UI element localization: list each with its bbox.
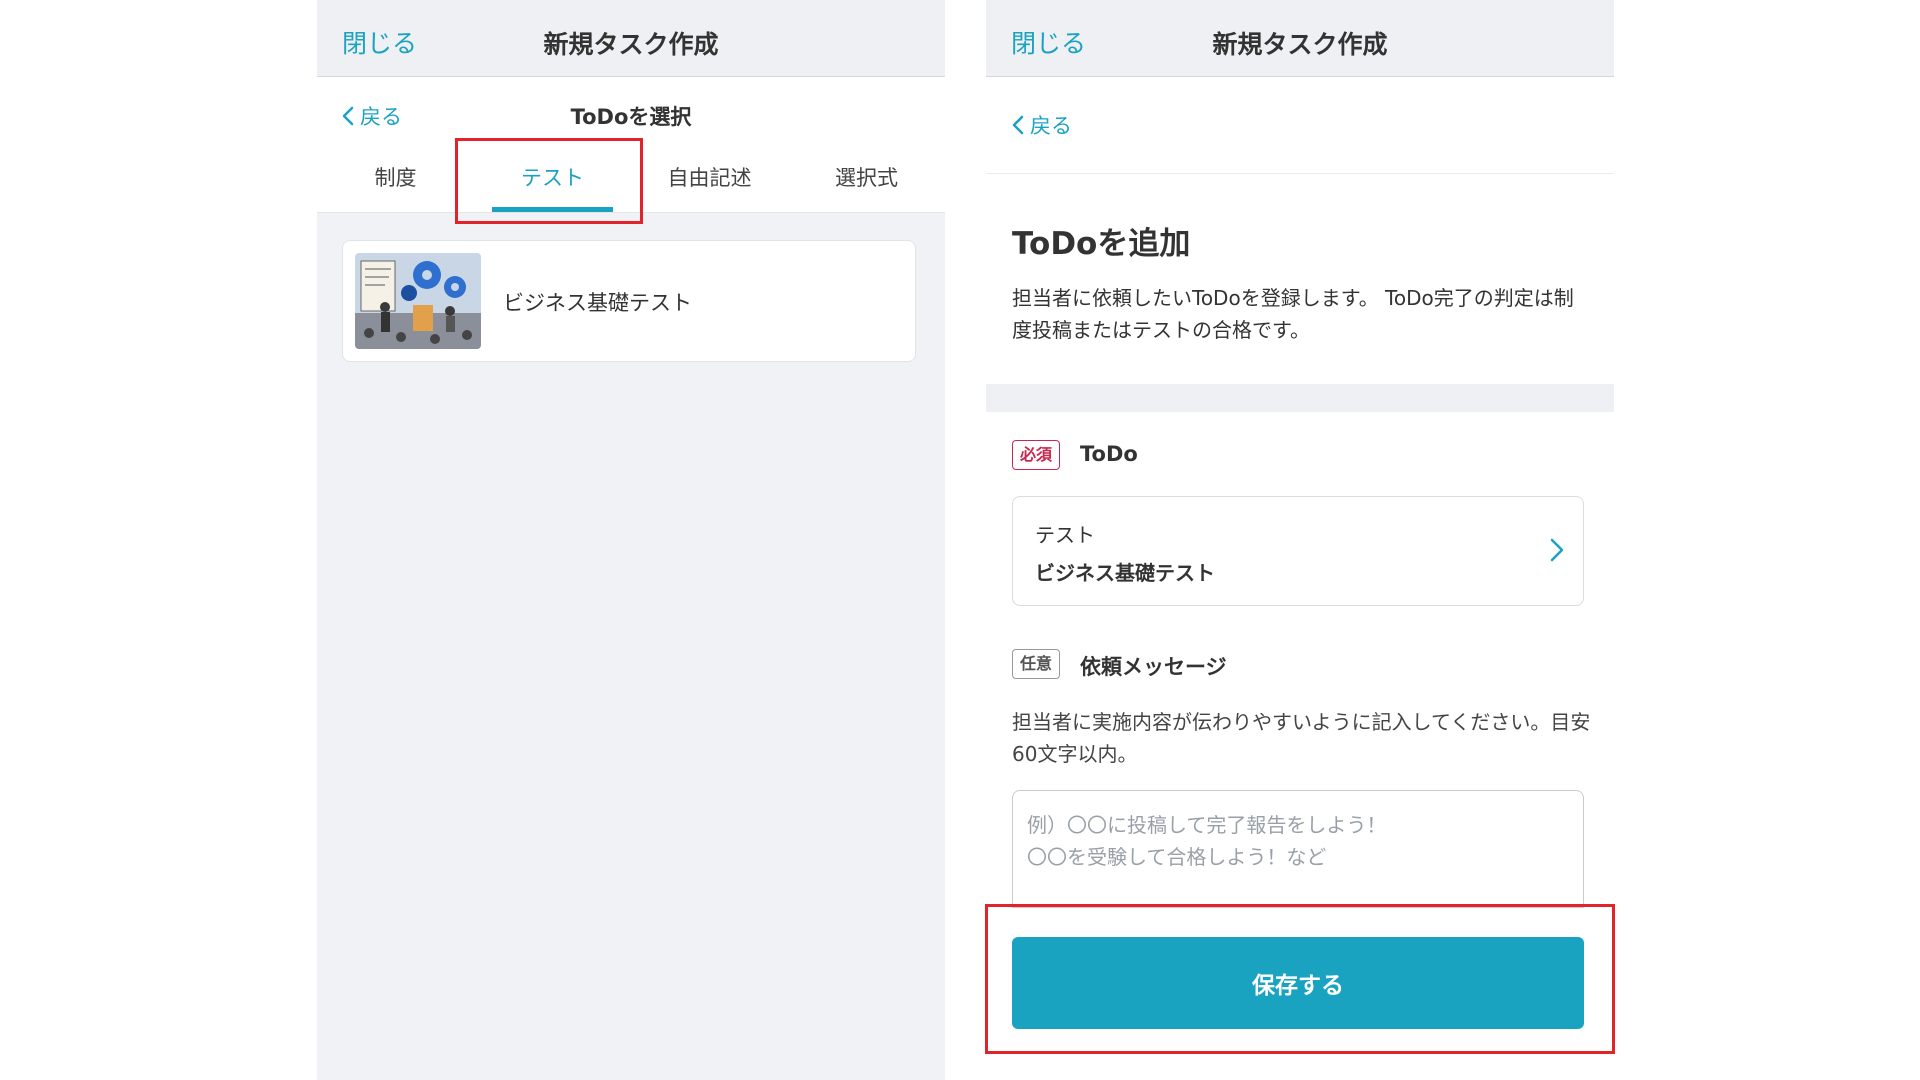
subnav-title: ToDoを選択: [570, 105, 692, 129]
todo-field-label: ToDo: [1080, 442, 1138, 466]
todo-type: テスト: [1035, 523, 1095, 547]
tab-multiple-choice[interactable]: 選択式: [788, 145, 945, 212]
tab-label: 制度: [374, 166, 417, 190]
optional-badge: 任意: [1012, 649, 1061, 679]
todo-selector[interactable]: テスト ビジネス基礎テスト: [1012, 496, 1584, 606]
back-button[interactable]: 戻る: [1012, 110, 1072, 140]
message-help-text: 担当者に実施内容が伝わりやすいように記入してください。目安60文字以内。: [1012, 710, 1591, 766]
test-item-label: ビジネス基礎テスト: [503, 291, 692, 315]
back-row: 戻る: [986, 77, 1614, 174]
test-item-card[interactable]: ビジネス基礎テスト: [342, 240, 916, 362]
chevron-left-icon: [1012, 115, 1024, 135]
message-input[interactable]: [1012, 790, 1584, 908]
top-bar: 閉じる 新規タスク作成: [317, 0, 945, 77]
page-title: 新規タスク作成: [1212, 30, 1388, 59]
page-title: 新規タスク作成: [543, 30, 719, 59]
required-badge: 必須: [1012, 440, 1061, 470]
tab-label: 自由記述: [667, 166, 752, 190]
test-thumbnail: [355, 253, 481, 349]
back-label: 戻る: [1030, 114, 1072, 138]
section-description: 担当者に依頼したいToDoを登録します。 ToDo完了の判定は制度投稿またはテス…: [1012, 286, 1574, 342]
tab-free-text[interactable]: 自由記述: [631, 145, 788, 212]
message-field-label: 依頼メッセージ: [1080, 655, 1227, 679]
todo-select-screen: 閉じる 新規タスク作成 戻る ToDoを選択 制度 テスト 自由記述 選択式 ビ…: [317, 0, 945, 1080]
tab-highlight-box: [455, 138, 643, 224]
tab-label: 選択式: [835, 166, 898, 190]
section-divider: [986, 384, 1614, 412]
todo-name: ビジネス基礎テスト: [1035, 561, 1215, 585]
section-heading: ToDoを追加: [1012, 226, 1191, 262]
top-bar: 閉じる 新規タスク作成: [986, 0, 1614, 77]
chevron-right-icon: [1550, 538, 1564, 562]
tab-policy[interactable]: 制度: [317, 145, 474, 212]
save-highlight-box: [985, 904, 1615, 1054]
